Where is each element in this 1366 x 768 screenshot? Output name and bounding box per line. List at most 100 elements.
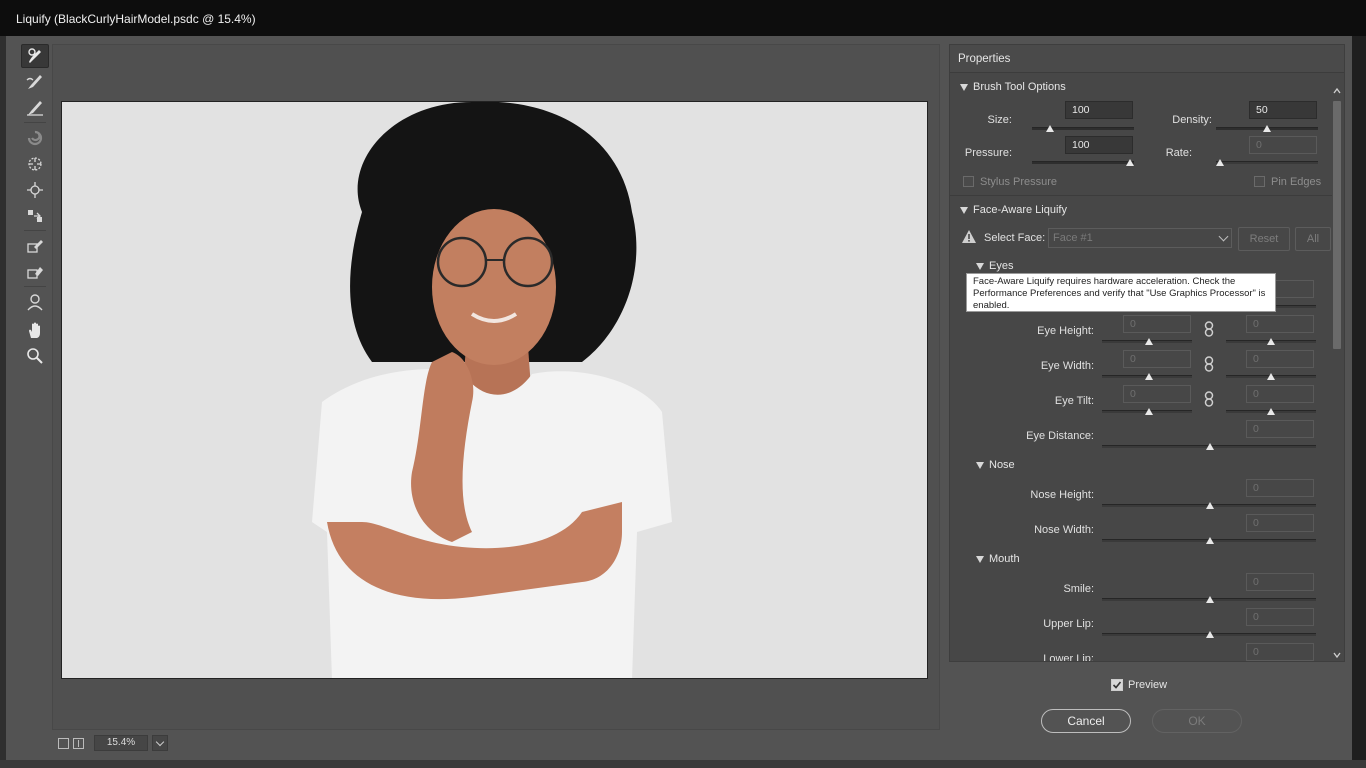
forward-warp-tool[interactable] <box>21 44 49 68</box>
eyes-label: Eyes <box>989 260 1014 272</box>
hand-tool-icon <box>29 322 40 338</box>
scroll-down-icon[interactable] <box>1333 651 1341 659</box>
properties-scrollbar[interactable] <box>1332 85 1342 661</box>
scrollbar-thumb[interactable] <box>1333 101 1341 349</box>
smooth-tool-icon <box>27 101 43 116</box>
background-app-edge <box>1352 36 1366 768</box>
density-slider-thumb[interactable] <box>1263 125 1271 132</box>
freeze-mask-tool[interactable] <box>21 234 49 258</box>
upper-lip-label: Upper Lip: <box>1043 618 1094 630</box>
chevron-down-icon <box>155 737 165 746</box>
eye-height-left-field[interactable]: 0 <box>1123 315 1191 333</box>
zoom-out-button[interactable] <box>58 737 69 749</box>
eye-distance-thumb[interactable] <box>1206 443 1214 450</box>
eye-tilt-left-field[interactable]: 0 <box>1123 385 1191 403</box>
density-field[interactable]: 50 <box>1249 101 1317 119</box>
twirl-clockwise-tool[interactable] <box>21 126 49 150</box>
eye-width-left-thumb[interactable] <box>1145 373 1153 380</box>
model-photo <box>62 102 927 678</box>
forward-warp-tool-icon <box>28 48 41 63</box>
zoom-tool[interactable] <box>21 344 49 368</box>
mouth-header[interactable]: Mouth <box>976 553 1020 565</box>
upper-lip-thumb[interactable] <box>1206 631 1214 638</box>
pucker-tool-icon <box>28 157 42 171</box>
preview-label: Preview <box>1128 679 1168 691</box>
eye-tilt-left-thumb[interactable] <box>1145 408 1153 415</box>
eye-tilt-right-field[interactable]: 0 <box>1246 385 1314 403</box>
pressure-slider[interactable] <box>1032 161 1134 164</box>
nose-width-label: Nose Width: <box>1034 524 1094 536</box>
smile-thumb[interactable] <box>1206 596 1214 603</box>
stylus-pressure-label: Stylus Pressure <box>980 176 1058 188</box>
rate-slider-thumb[interactable] <box>1216 159 1224 166</box>
reset-button[interactable]: Reset <box>1238 227 1290 251</box>
eye-distance-field[interactable]: 0 <box>1246 420 1314 438</box>
smile-field[interactable]: 0 <box>1246 573 1314 591</box>
eye-height-label: Eye Height: <box>1037 325 1094 337</box>
stylus-pressure-checkbox[interactable] <box>963 176 974 187</box>
push-left-tool[interactable] <box>21 204 49 228</box>
face-aware-liquify-header[interactable]: Face-Aware Liquify <box>960 204 1067 216</box>
pressure-slider-thumb[interactable] <box>1126 159 1134 166</box>
zoom-level-field[interactable]: 15.4% <box>94 735 148 751</box>
smooth-tool[interactable] <box>21 96 49 120</box>
brush-tool-options-label: Brush Tool Options <box>973 81 1066 93</box>
nose-width-thumb[interactable] <box>1206 537 1214 544</box>
all-button[interactable]: All <box>1295 227 1331 251</box>
upper-lip-field[interactable]: 0 <box>1246 608 1314 626</box>
face-tool[interactable] <box>21 290 49 314</box>
preview-checkbox[interactable] <box>1111 679 1123 691</box>
collapse-triangle-icon <box>960 83 968 91</box>
rate-slider[interactable] <box>1216 161 1318 164</box>
lower-lip-field[interactable]: 0 <box>1246 643 1314 661</box>
thaw-mask-tool[interactable] <box>21 260 49 284</box>
toolbar-divider <box>24 286 46 287</box>
nose-height-field[interactable]: 0 <box>1246 479 1314 497</box>
canvas-area[interactable] <box>52 44 940 730</box>
eyes-header[interactable]: Eyes <box>976 260 1013 272</box>
pressure-field[interactable]: 100 <box>1065 136 1133 154</box>
pin-edges-checkbox[interactable] <box>1254 176 1265 187</box>
bloat-tool[interactable] <box>21 178 49 202</box>
nose-height-thumb[interactable] <box>1206 502 1214 509</box>
eye-height-right-field[interactable]: 0 <box>1246 315 1314 333</box>
bloat-tool-icon <box>27 182 43 198</box>
hand-tool[interactable] <box>21 318 49 342</box>
dialog-title: Liquify (BlackCurlyHairModel.psdc @ 15.4… <box>0 0 1366 36</box>
reconstruct-tool[interactable] <box>21 70 49 94</box>
zoom-tool-icon <box>27 348 43 364</box>
size-field[interactable]: 100 <box>1065 101 1133 119</box>
cancel-button[interactable]: Cancel <box>1041 709 1131 733</box>
eye-width-label: Eye Width: <box>1040 360 1094 372</box>
eye-width-right-thumb[interactable] <box>1267 373 1275 380</box>
rate-field[interactable]: 0 <box>1249 136 1317 154</box>
select-face-dropdown[interactable]: Face #1 <box>1048 228 1232 248</box>
pucker-tool[interactable] <box>21 152 49 176</box>
link-icon[interactable] <box>1204 321 1214 337</box>
twirl-clockwise-tool-icon <box>27 130 43 146</box>
link-icon[interactable] <box>1204 391 1214 407</box>
eye-width-right-field[interactable]: 0 <box>1246 350 1314 368</box>
liquify-toolbar <box>12 36 50 376</box>
eye-height-left-thumb[interactable] <box>1145 338 1153 345</box>
zoom-bar: 15.4% <box>52 734 940 752</box>
ok-button[interactable]: OK <box>1152 709 1242 733</box>
preview-image[interactable] <box>61 101 928 679</box>
eye-height-right-thumb[interactable] <box>1267 338 1275 345</box>
brush-tool-options-header[interactable]: Brush Tool Options <box>960 81 1066 93</box>
zoom-dropdown[interactable] <box>152 735 168 751</box>
zoom-in-button[interactable] <box>73 737 84 749</box>
eye-tilt-right-thumb[interactable] <box>1267 408 1275 415</box>
warning-icon <box>962 230 976 243</box>
smile-label: Smile: <box>1063 583 1094 595</box>
eye-tilt-label: Eye Tilt: <box>1054 395 1094 407</box>
size-slider-thumb[interactable] <box>1046 125 1055 132</box>
nose-header[interactable]: Nose <box>976 459 1015 471</box>
scroll-up-icon[interactable] <box>1333 87 1341 95</box>
eye-distance-label: Eye Distance: <box>1026 430 1094 442</box>
eye-width-left-field[interactable]: 0 <box>1123 350 1191 368</box>
rate-label: Rate: <box>1165 147 1192 159</box>
nose-width-field[interactable]: 0 <box>1246 514 1314 532</box>
link-icon[interactable] <box>1204 356 1214 372</box>
liquify-dialog: 15.4% Properties Brush Tool Options Size… <box>6 36 1352 764</box>
